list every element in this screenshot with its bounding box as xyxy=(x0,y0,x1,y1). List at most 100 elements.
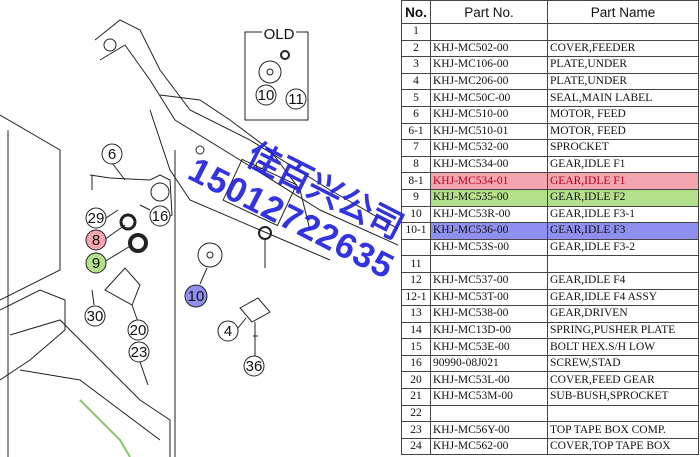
cell-part-no: KHJ-MC534-01 xyxy=(430,172,548,190)
cell-part-name: SPROCKET xyxy=(547,139,699,157)
cell-part-name: SCREW,STAD xyxy=(547,354,699,373)
cell-no: 2 xyxy=(401,39,431,58)
cell-no: 5 xyxy=(401,89,431,107)
cell-no: 4 xyxy=(401,72,431,91)
feeder-frame-rib xyxy=(159,94,311,231)
frame-hole xyxy=(103,38,117,52)
cell-part-name-text: COVER,FEEDER xyxy=(550,41,636,54)
cell-no: 16 xyxy=(401,354,431,373)
table-row: 8-1 KHJ-MC534-01 GEAR,IDLE F1 xyxy=(401,172,699,190)
cell-no-text: 6-1 xyxy=(408,124,424,137)
cell-part-no-text: KHJ-MC50C-00 xyxy=(433,91,511,104)
cell-part-no-text: KHJ-MC206-00 xyxy=(433,75,509,88)
leader-16 xyxy=(139,204,151,211)
cell-part-name: SUB-BUSH,SPROCKET xyxy=(547,388,699,406)
table-row: 7 KHJ-MC532-00 SPROCKET xyxy=(401,139,699,157)
cell-part-no: KHJ-MC13D-00 xyxy=(430,321,548,340)
table-row: 11 xyxy=(401,255,699,273)
callout-36: 36 xyxy=(246,358,263,375)
callout-30: 30 xyxy=(87,308,104,325)
cell-part-no-text: KHJ-MC13D-00 xyxy=(433,323,511,336)
cell-no: 23 xyxy=(401,421,431,439)
cell-part-name-text: GEAR,IDLE F3-2 xyxy=(550,241,635,254)
cell-part-name: GEAR,IDLE F3 xyxy=(547,222,699,240)
cell-part-name-text: COVER,FEED GEAR xyxy=(550,373,655,386)
cell-no-text: 15 xyxy=(410,340,422,353)
cell-part-name: SEAL,MAIN LABEL xyxy=(547,89,699,107)
cell-part-no xyxy=(430,23,548,41)
cell-part-name-text: SEAL,MAIN LABEL xyxy=(550,91,653,104)
cell-no: 8-1 xyxy=(401,172,431,190)
cell-part-no-text: KHJ-MC53T-00 xyxy=(433,290,509,303)
cell-part-name-text: SPROCKET xyxy=(550,141,609,154)
table-row: 2 KHJ-MC502-00 COVER,FEEDER xyxy=(401,39,699,58)
cell-part-name: BOLT HEX.S/H LOW xyxy=(547,338,699,356)
table-row: KHJ-MC53S-00 GEAR,IDLE F3-2 xyxy=(401,238,699,257)
table-row: 6-1 KHJ-MC510-01 MOTOR, FEED xyxy=(401,122,699,141)
frame-hole xyxy=(195,145,205,155)
cell-part-no-text: KHJ-MC535-00 xyxy=(433,191,509,204)
cell-part-name: GEAR,IDLE F1 xyxy=(547,155,699,174)
gear-idle-f3-part xyxy=(197,242,223,268)
cell-no-text: 22 xyxy=(410,406,422,419)
callout-11: 11 xyxy=(288,91,304,108)
table-row: 10-1 KHJ-MC536-00 GEAR,IDLE F3 xyxy=(401,222,699,240)
cell-no-text: 3 xyxy=(413,58,419,71)
cell-part-no: KHJ-MC502-00 xyxy=(430,39,548,58)
frame-outline-left xyxy=(0,114,61,301)
table-row: 12 KHJ-MC537-00 GEAR,IDLE F4 xyxy=(401,271,699,290)
feeder-frame-inner-edge xyxy=(99,44,398,246)
callout-9: 9 xyxy=(92,255,100,272)
table-row: 6 KHJ-MC510-00 MOTOR, FEED xyxy=(401,105,699,124)
cell-part-no-text: KHJ-MC53E-00 xyxy=(433,340,510,353)
callout-6: 6 xyxy=(108,146,116,163)
cell-part-name-text: GEAR,IDLE F3 xyxy=(550,224,626,237)
cell-no-text: 16 xyxy=(410,357,422,370)
cell-no: 15 xyxy=(401,338,431,356)
cell-part-no: KHJ-MC534-00 xyxy=(430,155,548,174)
under-plate-part xyxy=(239,297,271,323)
cell-no: 11 xyxy=(401,255,431,273)
exploded-parts-diagram: OLD 6 29 8 9 16 10 11 10 30 20 23 4 36 xyxy=(0,0,398,457)
cell-no: 9 xyxy=(401,188,431,207)
cell-part-no: KHJ-MC532-00 xyxy=(430,139,548,157)
cell-part-name xyxy=(547,23,699,41)
cell-part-name: SPRING,PUSHER PLATE xyxy=(547,321,699,340)
cell-part-no: KHJ-MC535-00 xyxy=(430,188,548,207)
cell-part-name-text: MOTOR, FEED xyxy=(550,108,626,121)
old-label: OLD xyxy=(264,26,295,43)
callout-29: 29 xyxy=(88,210,105,227)
cell-part-name: GEAR,IDLE F3-2 xyxy=(547,238,699,257)
cell-no: 3 xyxy=(401,56,431,74)
cell-part-name: GEAR,IDLE F4 xyxy=(547,271,699,290)
cell-no: 12-1 xyxy=(401,288,431,307)
cell-part-no-text: KHJ-MC106-00 xyxy=(433,58,509,71)
cell-part-name-text: GEAR,IDLE F3-1 xyxy=(550,207,635,220)
leader-8 xyxy=(103,224,126,241)
cell-no: 20 xyxy=(401,371,431,390)
cell-no: 8 xyxy=(401,155,431,174)
cell-part-no-text: KHJ-MC510-01 xyxy=(433,124,509,137)
header-part-name: Part Name xyxy=(547,0,699,24)
callout-8: 8 xyxy=(92,232,100,249)
cell-part-name-text: PLATE,UNDER xyxy=(550,58,627,71)
callout-16: 16 xyxy=(152,208,169,225)
cell-part-name: MOTOR, FEED xyxy=(547,122,699,141)
cell-part-name-text: BOLT HEX.S/H LOW xyxy=(550,340,656,353)
cell-part-no-text: KHJ-MC562-00 xyxy=(433,440,509,453)
callout-23: 23 xyxy=(131,344,148,361)
cell-no-text: 12 xyxy=(410,274,422,287)
cell-no-text: 9 xyxy=(413,191,419,204)
cell-part-no xyxy=(430,255,548,273)
cell-part-name-text: GEAR,IDLE F4 ASSY xyxy=(550,290,658,303)
cell-no: 7 xyxy=(401,139,431,157)
old-gear-hub xyxy=(266,68,274,76)
cell-part-name: GEAR,IDLE F1 xyxy=(547,172,699,190)
callout-10-old: 10 xyxy=(258,87,275,104)
cell-no-text: 20 xyxy=(410,373,422,386)
header-part-no: Part No. xyxy=(430,0,548,24)
gear-idle-f2-part xyxy=(128,233,148,253)
cell-no: 1 xyxy=(401,23,431,41)
cell-no-text: 8 xyxy=(413,158,419,171)
leader-6 xyxy=(111,162,126,181)
